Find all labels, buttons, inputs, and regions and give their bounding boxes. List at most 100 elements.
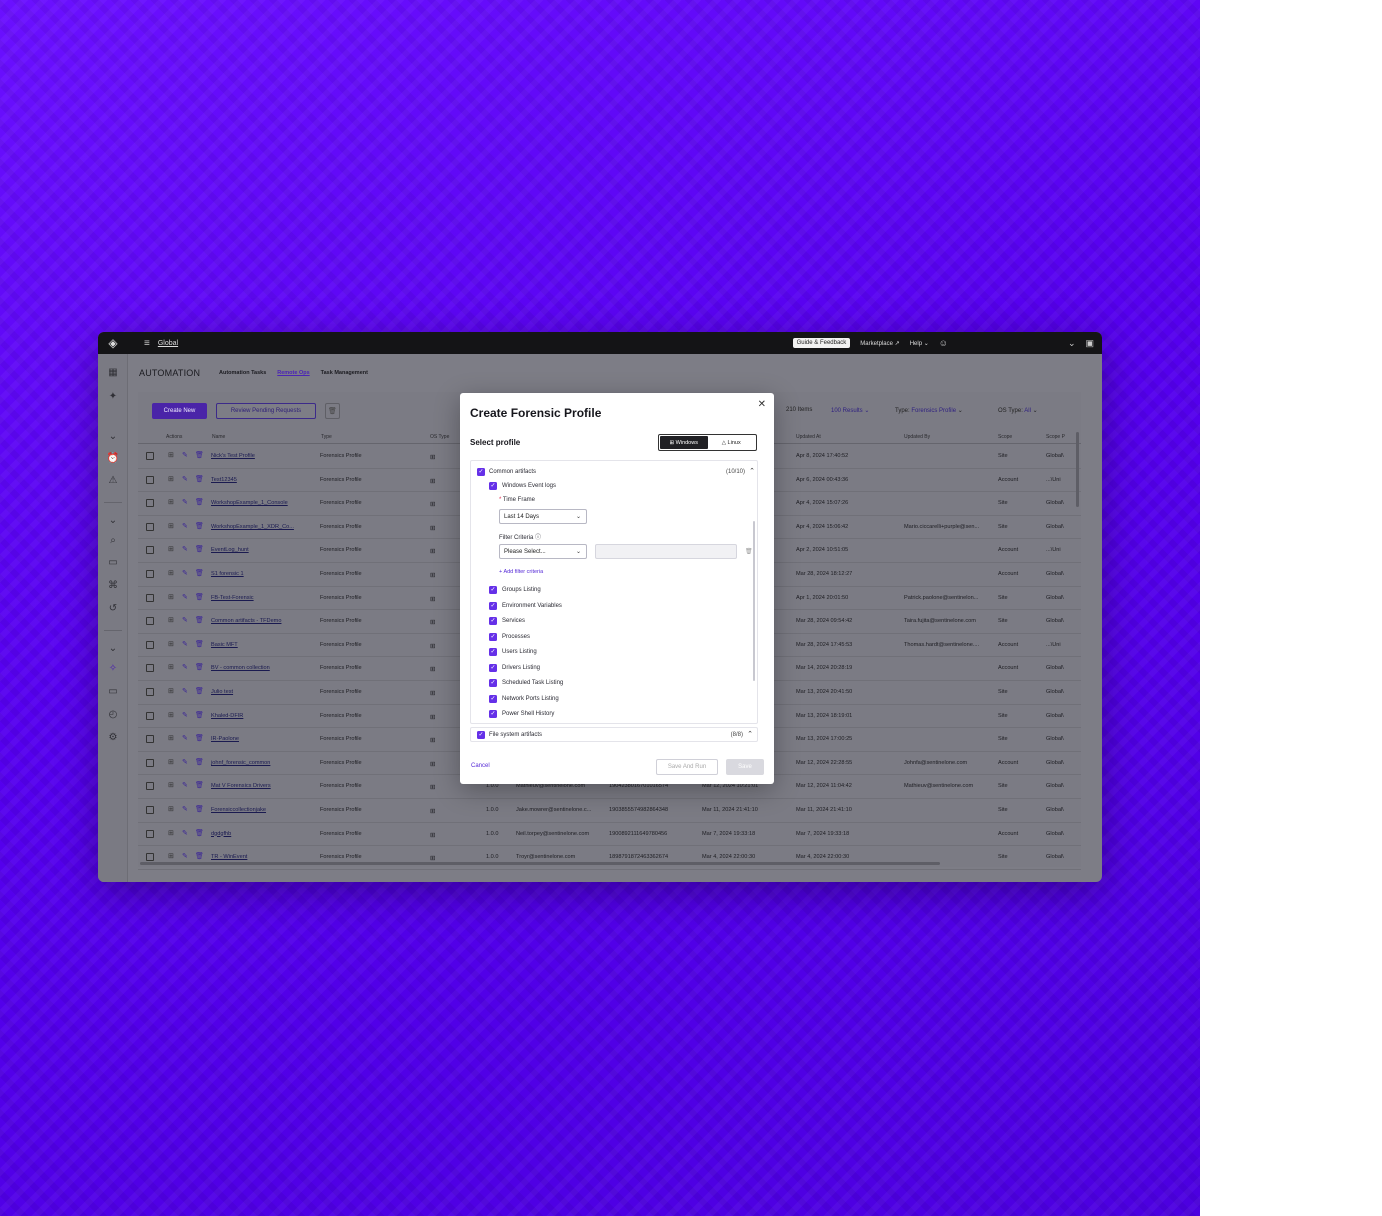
time-frame-dropdown[interactable]: Last 14 Days ⌄	[499, 509, 587, 524]
trash-icon[interactable]: 🗑	[195, 781, 204, 789]
row-checkbox[interactable]	[146, 522, 154, 531]
help-menu[interactable]: Help ⌄	[910, 340, 929, 347]
alarm-icon[interactable]: ⏰	[106, 452, 120, 466]
edit-icon[interactable]: ✎	[182, 593, 188, 601]
os-option-linux[interactable]: △ Linux	[708, 436, 756, 449]
column-header-updated-by[interactable]: Updated By	[904, 434, 930, 440]
row-name-link[interactable]: WorkshopExample_1_XDR_Co...	[211, 524, 294, 530]
trash-icon[interactable]: 🗑	[195, 451, 204, 459]
expand-icon[interactable]: ⊞	[168, 663, 174, 671]
trash-icon[interactable]: 🗑	[195, 687, 204, 695]
filter-value-input[interactable]	[595, 544, 737, 559]
chevron-up-icon[interactable]: ⌃	[749, 467, 755, 475]
table-row[interactable]: ⊞ ✎ 🗑 TR - WinEvent Forensics Profile ⊞ 1.0.0 T…	[138, 846, 1081, 870]
row-name-link[interactable]: FB-Test-Forensic	[211, 595, 254, 601]
trash-icon[interactable]: 🗑	[195, 593, 204, 601]
edit-icon[interactable]: ✎	[182, 498, 188, 506]
trash-icon[interactable]: 🗑	[745, 548, 753, 555]
edit-icon[interactable]: ✎	[182, 829, 188, 837]
warning-icon[interactable]: ⚠	[106, 474, 120, 488]
common-artifacts-group[interactable]: ✓ Common artifacts (10/10) ⌃	[471, 466, 757, 480]
cancel-button[interactable]: Cancel	[471, 763, 490, 769]
trash-icon[interactable]: 🗑	[195, 616, 204, 624]
row-checkbox[interactable]	[146, 806, 154, 814]
sentinelone-logo-icon[interactable]: ◈	[98, 336, 128, 350]
expand-icon[interactable]: ⊞	[168, 829, 174, 837]
row-checkbox[interactable]	[146, 475, 154, 484]
gear-icon[interactable]: ⚙	[106, 731, 120, 745]
column-header-actions[interactable]: Actions	[166, 434, 182, 440]
row-name-link[interactable]: Julio test	[211, 689, 233, 695]
modal-scrollbar[interactable]	[753, 521, 755, 681]
edit-icon[interactable]: ✎	[182, 805, 188, 813]
marketplace-link[interactable]: Marketplace ↗	[860, 340, 899, 347]
row-name-link[interactable]: Common artifacts - TFDemo	[211, 618, 281, 624]
expand-icon[interactable]: ⊞	[168, 687, 174, 695]
check-icon[interactable]: ✓	[489, 648, 497, 656]
row-checkbox[interactable]	[146, 570, 154, 578]
edit-icon[interactable]: ✎	[182, 663, 188, 671]
edit-icon[interactable]: ✎	[182, 522, 188, 530]
check-icon[interactable]: ✓	[489, 632, 497, 641]
edit-icon[interactable]: ✎	[182, 616, 188, 624]
edit-icon[interactable]: ✎	[182, 451, 188, 459]
add-filter-criteria-link[interactable]: + Add filter criteria	[499, 569, 543, 575]
row-checkbox[interactable]	[146, 853, 154, 862]
trash-icon[interactable]: 🗑	[195, 498, 204, 506]
check-icon[interactable]: ✓	[489, 586, 497, 594]
notification-icon[interactable]: ▣	[1085, 338, 1094, 349]
clock-icon[interactable]: ◴	[106, 708, 120, 722]
user-icon[interactable]: ☺	[939, 338, 948, 348]
table-row[interactable]: ⊞ ✎ 🗑 dgdgfhb Forensics Profile ⊞ 1.0.0 Neil.to…	[138, 823, 1081, 847]
edit-icon[interactable]: ✎	[182, 569, 188, 577]
row-name-link[interactable]: Forensiccollectionjake	[211, 807, 266, 813]
tab-remote-ops[interactable]: Remote Ops	[277, 370, 309, 376]
trash-icon[interactable]: 🗑	[195, 852, 204, 860]
row-name-link[interactable]: Basic MFT	[211, 642, 238, 648]
check-icon[interactable]: ✓	[489, 663, 497, 672]
create-new-button[interactable]: Create New	[152, 403, 207, 419]
horizontal-scrollbar[interactable]	[140, 862, 940, 865]
os-type-filter[interactable]: OS Type: All ⌄	[998, 407, 1038, 414]
edit-icon[interactable]: ✎	[182, 781, 188, 789]
row-name-link[interactable]: EventLog_hunt	[211, 547, 249, 553]
row-checkbox[interactable]	[146, 499, 154, 508]
row-checkbox[interactable]	[146, 593, 154, 602]
expand-icon[interactable]: ⊞	[168, 616, 174, 624]
vertical-scrollbar[interactable]	[1076, 432, 1079, 507]
edit-icon[interactable]: ✎	[182, 734, 188, 742]
expand-icon[interactable]: ⊞	[168, 522, 174, 530]
expand-icon[interactable]: ⊞	[168, 805, 174, 813]
row-name-link[interactable]: BV - common collection	[211, 665, 270, 671]
column-header-scope-path[interactable]: Scope P	[1046, 434, 1065, 440]
history-icon[interactable]: ↺	[106, 602, 120, 616]
check-icon[interactable]: ✓	[489, 601, 497, 610]
edit-icon[interactable]: ✎	[182, 711, 188, 719]
expand-icon[interactable]: ⊞	[168, 734, 174, 742]
trash-icon[interactable]: 🗑	[195, 522, 204, 530]
delete-icon[interactable]: 🗑	[325, 403, 340, 419]
check-icon[interactable]: ✓	[489, 694, 497, 703]
trash-icon[interactable]: 🗑	[195, 758, 204, 766]
expand-icon[interactable]: ⊞	[168, 475, 174, 483]
edit-icon[interactable]: ✎	[182, 475, 188, 483]
row-name-link[interactable]: Khaled-DFIR	[211, 713, 243, 719]
scope-selector[interactable]: Global	[158, 340, 178, 347]
dashboard-icon[interactable]: ▦	[106, 366, 120, 380]
network-icon[interactable]: ⌘	[106, 579, 120, 593]
table-row[interactable]: ⊞ ✎ 🗑 Forensiccollectionjake Forensics Profi…	[138, 799, 1081, 823]
edit-icon[interactable]: ✎	[182, 687, 188, 695]
check-icon[interactable]: ✓	[489, 482, 497, 490]
row-checkbox[interactable]	[146, 829, 154, 838]
expand-icon[interactable]: ⊞	[168, 711, 174, 719]
row-name-link[interactable]: dgdgfhb	[211, 831, 231, 837]
trash-icon[interactable]: 🗑	[195, 829, 204, 837]
row-name-link[interactable]: Mat V Forensics Drivers	[211, 783, 271, 789]
column-header-scope[interactable]: Scope	[998, 434, 1012, 440]
expand-icon[interactable]: ⊞	[168, 758, 174, 766]
row-checkbox[interactable]	[146, 664, 154, 673]
row-name-link[interactable]: IR-Paolone	[211, 736, 239, 742]
automation-icon[interactable]: ✧	[106, 662, 120, 676]
expand-icon[interactable]: ⊞	[168, 852, 174, 860]
check-icon[interactable]: ✓	[489, 710, 497, 718]
